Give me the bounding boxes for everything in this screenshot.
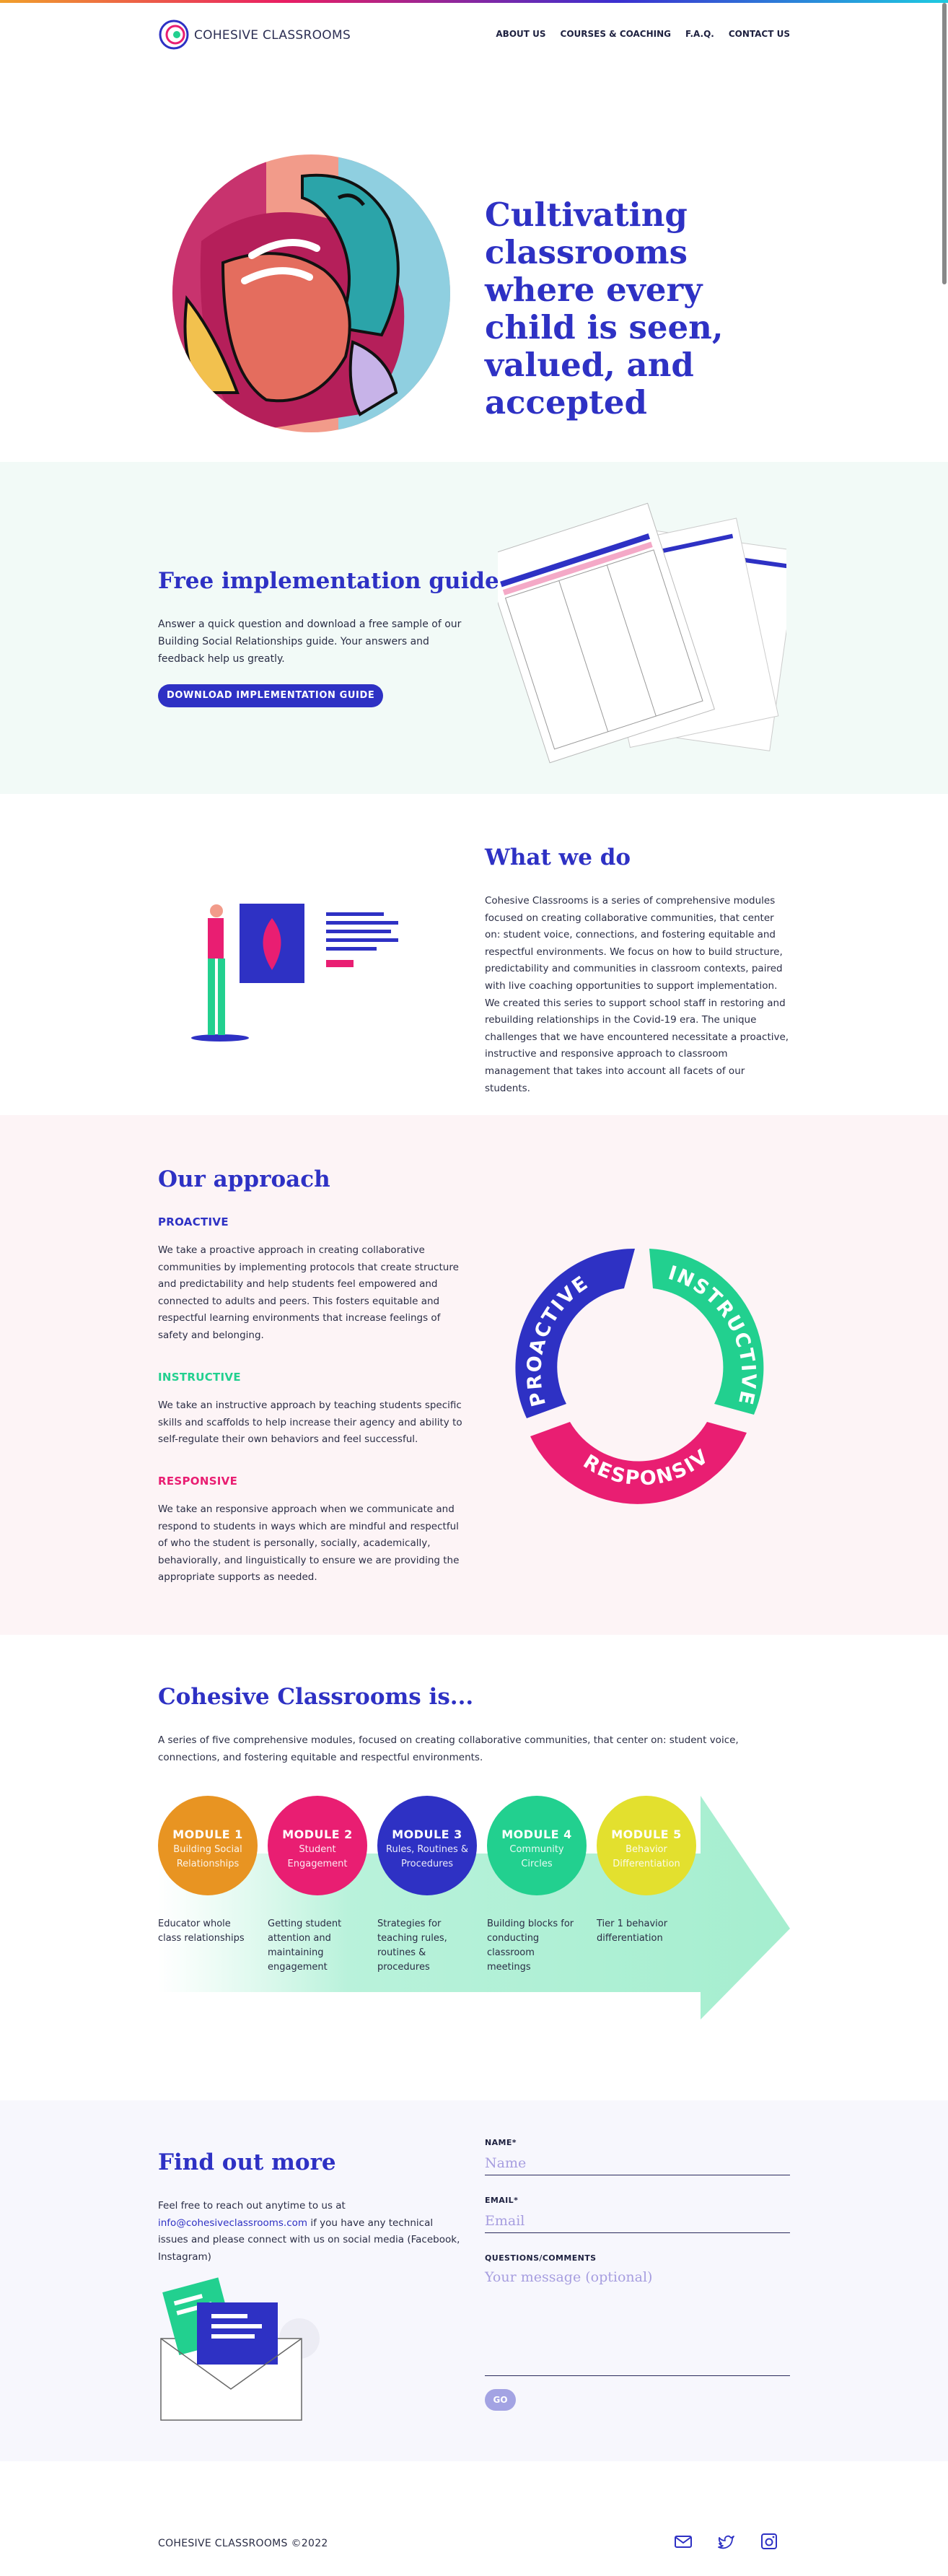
scrollbar[interactable]	[942, 3, 947, 284]
mail-icon[interactable]	[673, 2531, 693, 2551]
name-label: NAME*	[485, 2138, 517, 2147]
download-guide-button[interactable]: DOWNLOAD IMPLEMENTATION GUIDE	[158, 684, 384, 707]
approach-text-responsive: We take an responsive approach when we c…	[158, 1503, 460, 1584]
contact-title: Find out more	[158, 2149, 336, 2175]
module-1-desc: Educator whole class relationships	[158, 1918, 245, 1944]
comments-textarea[interactable]: Your message (optional)	[485, 2269, 790, 2376]
approach-cycle-diagram: PROACTIVE INSTRUCTIVE RESPONSIVE	[498, 1231, 764, 1504]
approach-text-proactive: We take a proactive approach in creating…	[158, 1244, 459, 1341]
email-input[interactable]: Email	[485, 2213, 790, 2233]
name-input[interactable]: Name	[485, 2155, 790, 2175]
guide-title: Free implementation guide	[158, 568, 499, 594]
approach-section	[0, 1115, 948, 1635]
module-2-subtitle: Student Engagement	[287, 1844, 348, 1869]
module-3-circle[interactable]: MODULE 3 Rules, Routines & Procedures	[377, 1796, 477, 1895]
module-3-subtitle: Rules, Routines & Procedures	[386, 1844, 468, 1869]
envelope-illustration	[160, 2277, 320, 2421]
is-title: Cohesive Classrooms is...	[158, 1684, 474, 1710]
module-5-circle[interactable]: MODULE 5 Behavior Differentiation	[597, 1796, 696, 1895]
module-4-desc: Building blocks for conducting classroom…	[487, 1918, 574, 1973]
module-5-subtitle: Behavior Differentiation	[613, 1844, 680, 1869]
approach-label-responsive: RESPONSIVE	[158, 1475, 238, 1488]
module-3-title: MODULE 3	[392, 1828, 462, 1841]
nav-about[interactable]: ABOUT US	[496, 29, 545, 39]
main-nav: ABOUT US COURSES & COACHING F.A.Q. CONTA…	[496, 29, 790, 39]
module-1-circle[interactable]: MODULE 1 Building Social Relationships	[158, 1796, 258, 1895]
module-4-subtitle: Community Circles	[509, 1844, 564, 1869]
module-2-circle[interactable]: MODULE 2 Student Engagement	[268, 1796, 367, 1895]
contact-email-link[interactable]: info@cohesiveclassrooms.com	[158, 2217, 307, 2229]
instagram-icon[interactable]	[759, 2531, 779, 2551]
hero-illustration	[172, 154, 450, 432]
module-2-desc: Getting student attention and maintainin…	[268, 1918, 342, 1973]
cycle-instructive: INSTRUCTIVE	[666, 1262, 759, 1407]
module-4-circle[interactable]: MODULE 4 Community Circles	[487, 1796, 587, 1895]
brand-name[interactable]: COHESIVE CLASSROOMS	[194, 28, 351, 43]
nav-contact[interactable]: CONTACT US	[729, 29, 790, 39]
svg-text:INSTRUCTIVE: INSTRUCTIVE	[666, 1262, 760, 1407]
go-button[interactable]: GO	[485, 2389, 516, 2411]
footer-copyright: COHESIVE CLASSROOMS ©2022	[158, 2538, 328, 2549]
modules-roadmap: MODULE 1 Building Social Relationships MO…	[158, 1796, 790, 2027]
email-label: EMAIL*	[485, 2196, 519, 2205]
contact-text: Feel free to reach out anytime to us at …	[158, 2198, 465, 2266]
approach-text-instructive: We take an instructive approach by teach…	[158, 1400, 462, 1446]
module-1-subtitle: Building Social Relationships	[173, 1844, 242, 1869]
module-3-desc: Strategies for teaching rules, routines …	[377, 1918, 447, 1973]
contact-text-before: Feel free to reach out anytime to us at	[158, 2200, 346, 2212]
nav-faq[interactable]: F.A.Q.	[685, 29, 714, 39]
module-5-desc: Tier 1 behavior differentiation	[597, 1918, 668, 1944]
module-2-title: MODULE 2	[282, 1828, 353, 1841]
guide-section	[0, 462, 948, 794]
logo-icon[interactable]	[158, 19, 190, 51]
what-title: What we do	[485, 844, 631, 870]
top-gradient-bar	[0, 0, 948, 3]
module-5-title: MODULE 5	[611, 1828, 682, 1841]
is-text: A series of five comprehensive modules, …	[158, 1734, 739, 1763]
what-we-do-illustration	[191, 904, 398, 1042]
approach-title: Our approach	[158, 1166, 330, 1192]
contact-section	[0, 2100, 948, 2461]
approach-label-instructive: INSTRUCTIVE	[158, 1371, 241, 1384]
guide-text: Answer a quick question and download a f…	[158, 619, 462, 665]
twitter-icon[interactable]	[716, 2531, 737, 2551]
what-text: Cohesive Classrooms is a series of compr…	[485, 895, 789, 1094]
guide-pages-image	[498, 502, 786, 764]
module-1-title: MODULE 1	[172, 1828, 243, 1841]
hero-title: Cultivating classrooms where every child…	[485, 196, 724, 422]
approach-label-proactive: PROACTIVE	[158, 1215, 229, 1228]
module-4-title: MODULE 4	[501, 1828, 572, 1841]
site-header: COHESIVE CLASSROOMS ABOUT US COURSES & C…	[158, 19, 790, 52]
comments-label: QUESTIONS/COMMENTS	[485, 2253, 597, 2263]
nav-courses[interactable]: COURSES & COACHING	[561, 29, 671, 39]
